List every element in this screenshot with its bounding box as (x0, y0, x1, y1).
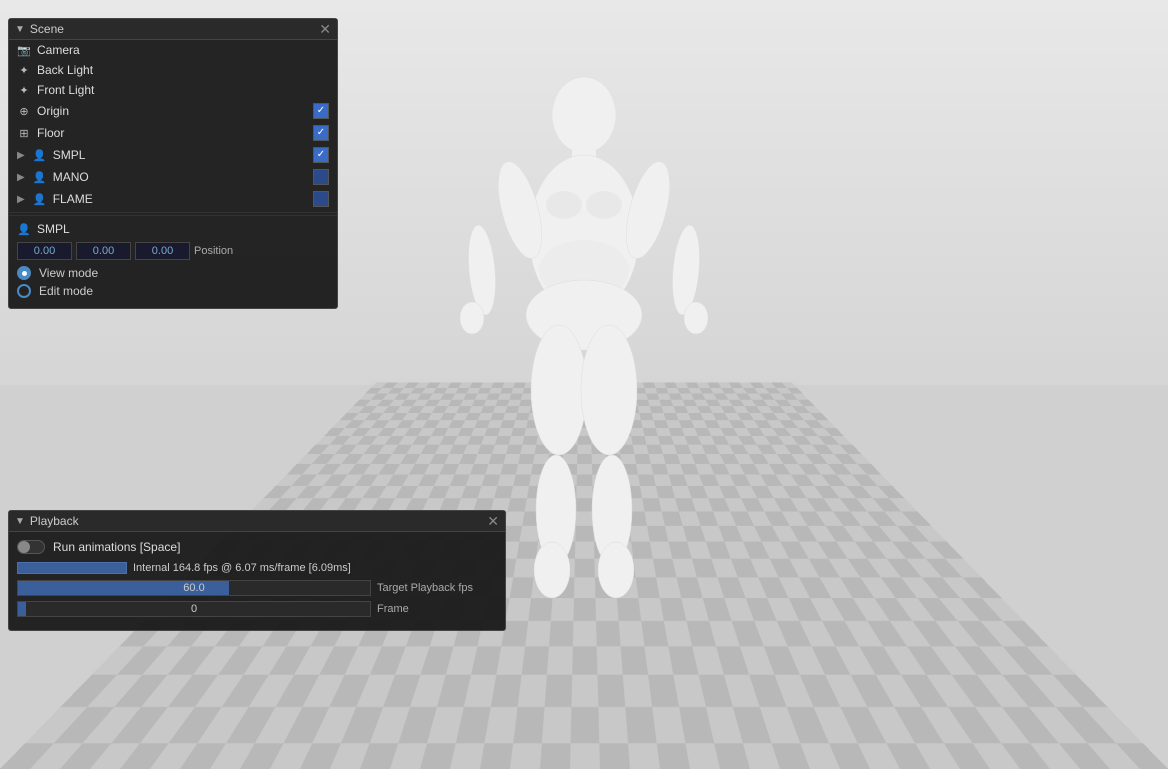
fps-info-row: Internal 164.8 fps @ 6.07 ms/frame [6.09… (17, 562, 497, 574)
smpl-detail-header: 👤 SMPL (17, 222, 329, 236)
flame-expand-icon[interactable]: ▶ (17, 194, 25, 205)
edit-mode-row[interactable]: Edit mode (17, 284, 329, 298)
smpl-detail-icon: 👤 (17, 222, 31, 236)
playback-content: Run animations [Space] Internal 164.8 fp… (9, 532, 505, 630)
flame-checkbox[interactable] (313, 191, 329, 207)
frame-label: Frame (377, 603, 497, 615)
smpl-checkbox[interactable]: ✓ (313, 147, 329, 163)
run-animations-label: Run animations [Space] (53, 540, 180, 554)
position-y-input[interactable] (76, 242, 131, 260)
target-playback-value: 60.0 (18, 582, 370, 594)
back-light-icon: ✦ (17, 63, 31, 77)
run-animations-toggle[interactable] (17, 540, 45, 554)
scene-item-flame[interactable]: ▶ 👤 FLAME (9, 188, 337, 210)
edit-mode-radio[interactable] (17, 284, 31, 298)
smpl-label: SMPL (53, 148, 307, 162)
scene-panel-title: Scene (30, 22, 64, 36)
smpl-expand-icon[interactable]: ▶ (17, 150, 25, 161)
flame-icon: 👤 (33, 192, 47, 206)
mano-label: MANO (53, 170, 307, 184)
playback-panel-header[interactable]: ▼ Playback ✕ (9, 511, 505, 532)
floor-label: Floor (37, 126, 307, 140)
playback-panel: ▼ Playback ✕ Run animations [Space] Inte… (8, 510, 506, 631)
origin-checkbox[interactable]: ✓ (313, 103, 329, 119)
smpl-detail-section: 👤 SMPL Position View mode Edit mode (9, 215, 337, 308)
view-mode-radio-inner (22, 271, 27, 276)
fps-progress-bar (17, 562, 127, 574)
camera-icon: 📷 (17, 43, 31, 57)
frame-row: 0 Frame (17, 601, 497, 617)
origin-check-icon: ✓ (317, 106, 325, 116)
scene-item-floor[interactable]: ⊞ Floor ✓ (9, 122, 337, 144)
scene-item-front-light[interactable]: ✦ Front Light (9, 80, 337, 100)
divider-1 (9, 212, 337, 213)
scene-panel-close[interactable]: ✕ (319, 22, 331, 36)
origin-icon: ⊕ (17, 104, 31, 118)
scene-item-mano[interactable]: ▶ 👤 MANO (9, 166, 337, 188)
floor-check-icon: ✓ (317, 128, 325, 138)
back-light-label: Back Light (37, 63, 329, 77)
playback-panel-close[interactable]: ✕ (487, 514, 499, 528)
mano-icon: 👤 (33, 170, 47, 184)
origin-label: Origin (37, 104, 307, 118)
view-mode-label: View mode (39, 266, 98, 280)
front-light-label: Front Light (37, 83, 329, 97)
scene-item-smpl[interactable]: ▶ 👤 SMPL ✓ (9, 144, 337, 166)
position-z-input[interactable] (135, 242, 190, 260)
playback-collapse-arrow[interactable]: ▼ (15, 516, 25, 527)
run-animations-row: Run animations [Space] (17, 540, 497, 554)
scene-item-origin[interactable]: ⊕ Origin ✓ (9, 100, 337, 122)
flame-label: FLAME (53, 192, 307, 206)
view-mode-row[interactable]: View mode (17, 266, 329, 280)
edit-mode-label: Edit mode (39, 284, 93, 298)
scene-panel-header[interactable]: ▼ Scene ✕ (9, 19, 337, 40)
position-label: Position (194, 245, 233, 257)
scene-item-back-light[interactable]: ✦ Back Light (9, 60, 337, 80)
target-playback-slider[interactable]: 60.0 (17, 580, 371, 596)
target-playback-row: 60.0 Target Playback fps (17, 580, 497, 596)
scene-panel: ▼ Scene ✕ 📷 Camera ✦ Back Light ✦ Front … (8, 18, 338, 309)
scene-collapse-arrow[interactable]: ▼ (15, 24, 25, 35)
view-mode-radio[interactable] (17, 266, 31, 280)
floor-checkbox[interactable]: ✓ (313, 125, 329, 141)
smpl-detail-label: SMPL (37, 222, 70, 236)
frame-value: 0 (18, 603, 370, 615)
toggle-thumb (18, 541, 30, 553)
target-playback-label: Target Playback fps (377, 582, 497, 594)
mano-checkbox[interactable] (313, 169, 329, 185)
smpl-check-icon: ✓ (317, 150, 325, 160)
scene-item-camera[interactable]: 📷 Camera (9, 40, 337, 60)
frame-slider[interactable]: 0 (17, 601, 371, 617)
camera-label: Camera (37, 43, 329, 57)
mano-expand-icon[interactable]: ▶ (17, 172, 25, 183)
front-light-icon: ✦ (17, 83, 31, 97)
playback-panel-title: Playback (30, 514, 79, 528)
position-row: Position (17, 242, 329, 260)
fps-info-text: Internal 164.8 fps @ 6.07 ms/frame [6.09… (133, 562, 351, 574)
position-x-input[interactable] (17, 242, 72, 260)
floor-icon: ⊞ (17, 126, 31, 140)
smpl-icon: 👤 (33, 148, 47, 162)
